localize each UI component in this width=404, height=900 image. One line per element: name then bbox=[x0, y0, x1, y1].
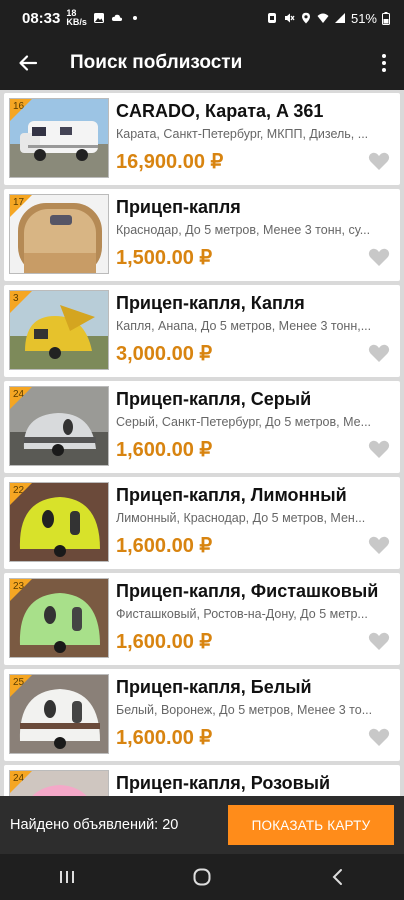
listing-description: Фисташковый, Ростов-на-Дону, До 5 метр..… bbox=[116, 607, 368, 621]
listing-info: Прицеп-капля, Фисташковый Фисташковый, Р… bbox=[116, 581, 392, 654]
listing-photo: 24 bbox=[9, 770, 109, 796]
listing-card[interactable]: 24 Прицеп-капля, Розовый bbox=[4, 765, 400, 796]
listing-info: Прицеп-капля, Капля Капля, Анапа, До 5 м… bbox=[116, 293, 392, 366]
arrow-left-icon bbox=[19, 55, 38, 71]
listing-price: 1,600.00 ₽ bbox=[116, 535, 213, 557]
listing-price: 3,000.00 ₽ bbox=[116, 343, 213, 365]
listing-info: CARADO, Карата, A 361 Карата, Санкт-Пете… bbox=[116, 101, 392, 174]
network-speed: 18 KB/s bbox=[66, 8, 87, 27]
heart-icon[interactable] bbox=[368, 727, 390, 747]
heart-icon[interactable] bbox=[368, 151, 390, 171]
heart-icon[interactable] bbox=[368, 439, 390, 459]
listing-list[interactable]: 16 CARADO, Карата, A 361 Карата, Санкт-П… bbox=[0, 90, 404, 796]
listing-title: Прицеп-капля, Серый bbox=[116, 389, 312, 409]
listing-card[interactable]: 16 CARADO, Карата, A 361 Карата, Санкт-П… bbox=[4, 93, 400, 185]
mute-icon bbox=[284, 13, 295, 23]
listing-card[interactable]: 22 Прицеп-капля, Лимонный Лимонный, Крас… bbox=[4, 477, 400, 569]
listing-title: Прицеп-капля, Розовый bbox=[116, 773, 331, 793]
listing-title: Прицеп-капля bbox=[116, 197, 241, 217]
cloud-icon bbox=[111, 14, 122, 21]
chevron-left-icon bbox=[332, 869, 342, 885]
listing-description: Краснодар, До 5 метров, Менее 3 тонн, су… bbox=[116, 223, 371, 237]
listing-card[interactable]: 17 Прицеп-капля Краснодар, До 5 метров, … bbox=[4, 189, 400, 281]
more-options-button[interactable] bbox=[364, 36, 404, 90]
listing-card[interactable]: 25 Прицеп-капля, Белый Белый, Воронеж, Д… bbox=[4, 669, 400, 761]
listing-title: Прицеп-капля, Капля bbox=[116, 293, 305, 313]
found-count: Найдено объявлений: 20 bbox=[10, 817, 179, 833]
listing-description: Лимонный, Краснодар, До 5 метров, Мен... bbox=[116, 511, 366, 525]
heart-icon[interactable] bbox=[368, 343, 390, 363]
listing-info: Прицеп-капля, Лимонный Лимонный, Краснод… bbox=[116, 485, 392, 558]
listing-title: Прицеп-капля, Фисташковый bbox=[116, 581, 379, 601]
wifi-icon bbox=[317, 13, 329, 23]
alarm-icon bbox=[267, 13, 276, 23]
listing-title: Прицеп-капля, Лимонный bbox=[116, 485, 347, 505]
listing-photo: 16 bbox=[9, 98, 109, 178]
app-bar: Поиск поблизости bbox=[0, 36, 404, 90]
battery-icon bbox=[382, 11, 390, 25]
listing-photo: 23 bbox=[9, 578, 109, 658]
listing-info: Прицеп-капля Краснодар, До 5 метров, Мен… bbox=[116, 197, 392, 270]
heart-icon[interactable] bbox=[368, 535, 390, 555]
listing-title: Прицеп-капля, Белый bbox=[116, 677, 312, 697]
signal-icon bbox=[334, 13, 345, 23]
listing-description: Карата, Санкт-Петербург, МКПП, Дизель, .… bbox=[116, 127, 369, 141]
listing-price: 1,600.00 ₽ bbox=[116, 727, 213, 749]
back-nav-button[interactable] bbox=[307, 854, 367, 900]
home-icon bbox=[193, 868, 211, 886]
listing-card[interactable]: 24 Прицеп-капля, Серый Серый, Санкт-Пете… bbox=[4, 381, 400, 473]
listing-price: 1,600.00 ₽ bbox=[116, 439, 213, 461]
recent-apps-button[interactable] bbox=[37, 854, 97, 900]
listing-card[interactable]: 3 Прицеп-капля, Капля Капля, Анапа, До 5… bbox=[4, 285, 400, 377]
listing-description: Белый, Воронеж, До 5 метров, Менее 3 то.… bbox=[116, 703, 373, 717]
gallery-icon bbox=[93, 13, 104, 23]
status-left: 08:33 18 KB/s bbox=[22, 9, 141, 27]
listing-photo: 22 bbox=[9, 482, 109, 562]
system-nav-bar bbox=[0, 854, 404, 900]
dot-icon bbox=[132, 16, 137, 20]
recent-apps-icon bbox=[60, 871, 75, 883]
page-title: Поиск поблизости bbox=[70, 52, 243, 73]
status-bar: 08:33 18 KB/s 51% bbox=[0, 0, 404, 36]
home-button[interactable] bbox=[172, 854, 232, 900]
heart-icon[interactable] bbox=[368, 247, 390, 267]
listing-photo: 24 bbox=[9, 386, 109, 466]
listing-photo: 17 bbox=[9, 194, 109, 274]
show-map-button[interactable]: ПОКАЗАТЬ КАРТУ bbox=[228, 805, 394, 845]
listing-info: Прицеп-капля, Серый Серый, Санкт-Петербу… bbox=[116, 389, 392, 462]
listing-price: 16,900.00 ₽ bbox=[116, 151, 224, 173]
listing-card[interactable]: 23 Прицеп-капля, Фисташковый Фисташковый… bbox=[4, 573, 400, 665]
status-right: 51% bbox=[266, 11, 390, 26]
bottom-bar: Найдено объявлений: 20 ПОКАЗАТЬ КАРТУ bbox=[0, 796, 404, 854]
listing-title: CARADO, Карата, A 361 bbox=[116, 101, 324, 121]
status-time: 08:33 bbox=[22, 9, 61, 27]
more-vertical-icon bbox=[382, 54, 386, 72]
listing-photo: 25 bbox=[9, 674, 109, 754]
heart-icon[interactable] bbox=[368, 631, 390, 651]
listing-description: Серый, Санкт-Петербург, До 5 метров, Ме.… bbox=[116, 415, 372, 429]
listing-info: Прицеп-капля, Розовый bbox=[116, 773, 392, 794]
listing-description: Капля, Анапа, До 5 метров, Менее 3 тонн,… bbox=[116, 319, 372, 333]
listing-price: 1,500.00 ₽ bbox=[116, 247, 213, 269]
location-icon bbox=[301, 12, 310, 24]
listing-info: Прицеп-капля, Белый Белый, Воронеж, До 5… bbox=[116, 677, 392, 750]
battery-percent: 51% bbox=[350, 10, 377, 26]
listing-price: 1,600.00 ₽ bbox=[116, 631, 213, 653]
listing-photo: 3 bbox=[9, 290, 109, 370]
back-button[interactable] bbox=[0, 36, 56, 90]
